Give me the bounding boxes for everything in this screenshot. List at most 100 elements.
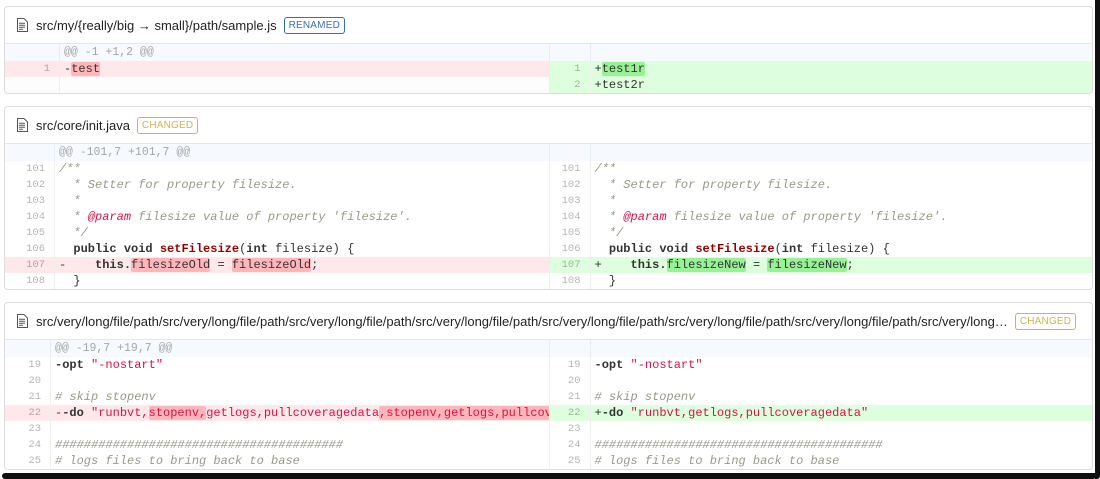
code-line: + this.filesizeNew = filesizeNew; xyxy=(591,257,1093,273)
line-number: 19 xyxy=(5,357,51,373)
hunk-header-row: @@ -101,7 +101,7 @@ xyxy=(5,144,549,161)
diff-row: 20 xyxy=(5,373,549,389)
code-segment: # logs files to bring back to base xyxy=(594,454,840,468)
hunk-header-row: @@ -19,7 +19,7 @@ xyxy=(5,340,549,357)
diff-row: 21 # skip stopenv xyxy=(5,389,549,405)
line-number: 23 xyxy=(5,421,51,437)
code-segment: getlogs,pullcoveragedata xyxy=(206,406,380,420)
document-text-icon xyxy=(16,118,28,132)
diff-row: 19 -opt "-nostart" xyxy=(5,357,549,373)
diff-row: 22 +-do "runbvt,getlogs,pullcoveragedata" xyxy=(548,405,1093,421)
diff-row: 106 public void setFilesize(int filesize… xyxy=(548,241,1092,257)
hunk-header-row: @@ -1 +1,2 @@ xyxy=(5,44,549,61)
code-segment: # skip stopenv xyxy=(55,390,156,404)
code-line: # logs files to bring back to base xyxy=(51,453,549,469)
file-path: src/my/{really/big → small}/path/sample.… xyxy=(36,17,277,33)
code-segment: int xyxy=(781,242,804,256)
code-segment: "runbvt,getlogs,pullcoveragedata" xyxy=(630,406,869,420)
diff-row: 107 + this.filesizeNew = filesizeNew; xyxy=(548,257,1093,273)
line-number: 101 xyxy=(5,161,55,177)
diff-row: 25 # logs files to bring back to base xyxy=(548,453,1092,469)
diff-row: 101/** xyxy=(548,161,1093,177)
code-line: * Setter for property filesize. xyxy=(591,177,1093,193)
diff-row: 24 ######################################… xyxy=(5,437,549,453)
line-number: 107 xyxy=(5,257,55,273)
line-number: 20 xyxy=(5,373,51,389)
diff-viewer: src/my/{really/big → small}/path/sample.… xyxy=(4,6,1093,470)
code-segment: */ xyxy=(59,226,88,240)
line-number: 102 xyxy=(548,177,591,193)
code-segment: */ xyxy=(594,226,624,240)
diff-row: 102 * Setter for property filesize. xyxy=(5,177,549,193)
diff-right-pane: 1 +test1r 2 +test2r xyxy=(548,44,1092,93)
code-segment: @param xyxy=(87,210,132,224)
file-header: src/core/init.java CHANGED xyxy=(5,107,1092,144)
diff-row: 104 * @param filesize value of property … xyxy=(5,209,549,225)
line-number: 23 xyxy=(548,421,591,437)
code-line: } xyxy=(591,273,1093,289)
code-segment: filesize value of property 'filesize'. xyxy=(131,210,412,224)
diff-row: 103 * xyxy=(5,193,549,209)
code-segment: @param xyxy=(623,210,667,224)
code-line: ######################################## xyxy=(591,437,1093,453)
code-segment: filesizeNew xyxy=(666,258,746,272)
code-segment: -opt xyxy=(55,358,84,372)
diff-body: @@ -19,7 +19,7 @@ 19 -opt "-nostart" 20 21 # … xyxy=(5,340,1092,469)
code-segment: public xyxy=(73,242,117,256)
hunk-gutter xyxy=(5,44,60,61)
screenshot-edge-bottom xyxy=(2,473,1096,479)
code-segment: * Setter for property filesize. xyxy=(59,178,297,192)
code-line: } xyxy=(55,273,549,289)
line-number: 25 xyxy=(5,453,51,469)
hunk-gutter xyxy=(5,144,55,161)
code-segment: "runbvt, xyxy=(91,406,149,420)
line-number: 104 xyxy=(548,209,591,225)
code-line: * xyxy=(591,193,1093,209)
code-line: # skip stopenv xyxy=(591,389,1093,405)
file-path: src/very/long/file/path/src/very/long/fi… xyxy=(36,313,1008,329)
code-segment: ; xyxy=(311,258,319,272)
code-line: /** xyxy=(591,161,1093,177)
diff-row: 22 --do "runbvt,stopenv,getlogs,pullcover… xyxy=(5,405,549,421)
code-segment: -opt xyxy=(594,358,624,372)
code-line: * xyxy=(55,193,549,209)
diff-row: 105 */ xyxy=(5,225,549,241)
code-segment: "-nostart" xyxy=(91,358,164,372)
line-number: 21 xyxy=(548,389,591,405)
line-number: 103 xyxy=(548,193,591,209)
hunk-header xyxy=(591,340,1093,357)
hunk-header: @@ -19,7 +19,7 @@ xyxy=(55,342,173,355)
code-segment: * xyxy=(594,194,617,208)
code-line: - this.filesizeOld = filesizeOld; xyxy=(55,257,549,273)
code-line: +-do "runbvt,getlogs,pullcoveragedata" xyxy=(591,405,1093,421)
code-segment: } xyxy=(59,274,81,288)
screenshot-edge-right xyxy=(1095,0,1100,479)
document-text-icon xyxy=(16,18,28,32)
code-segment: "-nostart" xyxy=(630,358,703,372)
diff-row: 21 # skip stopenv xyxy=(548,389,1093,405)
code-line: -opt "-nostart" xyxy=(51,357,549,373)
code-segment: -do xyxy=(62,406,84,420)
code-line: ######################################## xyxy=(51,437,549,453)
diff-row: 24 ######################################… xyxy=(548,437,1093,453)
line-number: 103 xyxy=(5,193,55,209)
line-number: 1 xyxy=(5,61,60,77)
line-number: 2 xyxy=(548,77,591,93)
code-segment: setFilesize xyxy=(695,242,775,256)
line-number: 24 xyxy=(5,437,51,453)
diff-row: 20 xyxy=(548,373,1093,389)
diff-body: @@ -1 +1,2 @@ 1 -test 1 +test1r 2 +test2r xyxy=(5,44,1092,93)
line-number: 108 xyxy=(5,273,55,289)
line-number: 22 xyxy=(5,405,51,421)
code-segment: this. xyxy=(95,258,132,272)
hunk-header-row xyxy=(548,144,1092,161)
